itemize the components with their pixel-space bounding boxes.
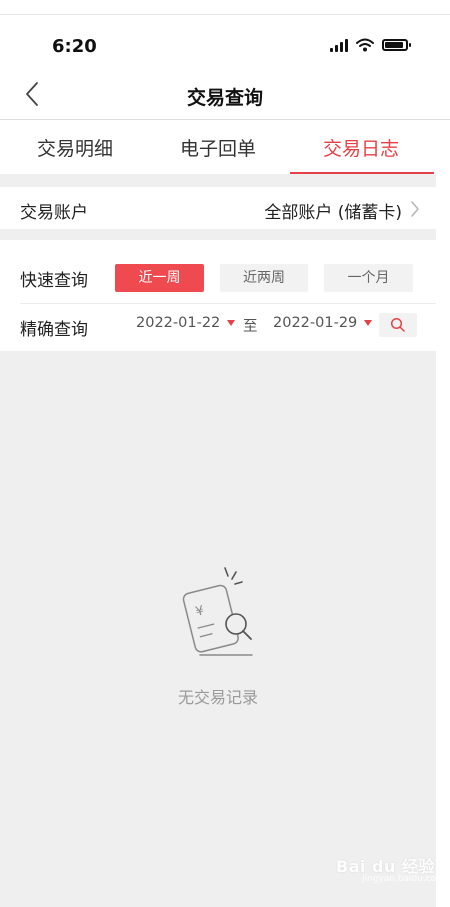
quick-query-row: 快速查询 近一周 近两周 一个月 [0,258,436,302]
receipt-search-icon: ¥ [182,567,253,656]
status-icons [330,38,411,52]
precise-query-label: 精确查询 [20,320,88,340]
search-icon [390,317,405,332]
account-label: 交易账户 [20,203,88,223]
dropdown-arrow-icon[interactable] [227,320,235,326]
account-selector[interactable]: 交易账户 全部账户 (储蓄卡) [0,187,436,229]
page-title: 交易查询 [186,87,263,109]
section-separator [0,229,436,240]
chevron-right-icon [411,201,419,217]
quick-option-one-month[interactable]: 一个月 [324,264,413,292]
precise-query-row: 精确查询 2022-01-22 至 2022-01-29 [0,306,436,346]
section-separator [0,174,436,187]
start-date-field[interactable]: 2022-01-22 [136,315,220,331]
end-date-field[interactable]: 2022-01-29 [273,315,357,331]
battery-icon [382,39,411,51]
watermark-url: jingyan.baidu.com [362,874,446,884]
signal-icon [330,38,348,52]
nav-bar: 交易查询 [0,72,450,116]
search-button[interactable] [379,313,417,337]
date-range-separator: 至 [243,319,258,335]
top-divider [0,14,450,15]
tab-transaction-detail[interactable]: 交易明细 [37,134,113,161]
tab-transaction-log[interactable]: 交易日志 [323,134,399,161]
quick-option-one-week[interactable]: 近一周 [115,264,204,292]
status-bar: 6:20 [0,30,450,64]
empty-state-text: 无交易记录 [177,688,258,707]
tab-electronic-receipt[interactable]: 电子回单 [180,134,256,161]
quick-query-label: 快速查询 [20,271,88,291]
dropdown-arrow-icon[interactable] [364,320,372,326]
svg-text:¥: ¥ [194,603,206,620]
status-time: 6:20 [52,36,97,57]
wifi-icon [356,38,374,52]
row-divider [20,303,436,304]
tab-bar: 交易明细 电子回单 交易日志 [0,120,450,174]
quick-option-two-weeks[interactable]: 近两周 [220,264,308,292]
account-value: 全部账户 (储蓄卡) [264,203,402,223]
